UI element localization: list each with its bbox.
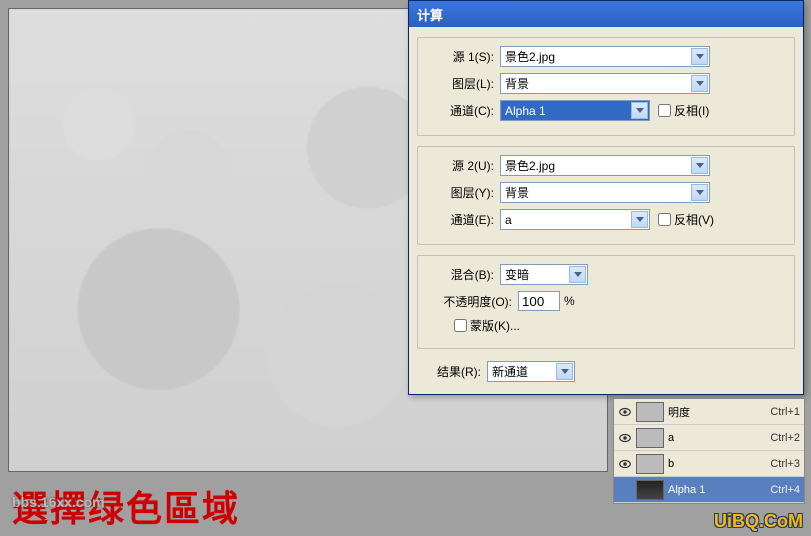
- source2-file-combo[interactable]: 景色2.jpg: [500, 155, 710, 176]
- channel-row-a[interactable]: a Ctrl+2: [614, 425, 804, 451]
- result-row: 结果(R): 新通道: [417, 359, 795, 386]
- channel-shortcut: Ctrl+2: [770, 432, 800, 444]
- chevron-down-icon[interactable]: [691, 184, 708, 201]
- eye-icon-empty[interactable]: [618, 483, 632, 497]
- chevron-down-icon[interactable]: [691, 48, 708, 65]
- mask-label: 蒙版(K)...: [470, 317, 520, 334]
- source1-layer-value: 背景: [505, 75, 529, 92]
- calculations-dialog: 计算 源 1(S): 景色2.jpg 图层(L): 背景 通道(C):: [408, 0, 804, 395]
- channel-row-b[interactable]: b Ctrl+3: [614, 451, 804, 477]
- chevron-down-icon[interactable]: [631, 102, 648, 119]
- source2-invert-label: 反相(V): [674, 211, 714, 228]
- source2-file-value: 景色2.jpg: [505, 157, 555, 174]
- source2-layer-combo[interactable]: 背景: [500, 182, 710, 203]
- blend-group: 混合(B): 变暗 不透明度(O): % 蒙版(K)...: [417, 255, 795, 349]
- checkbox-input[interactable]: [454, 319, 467, 332]
- dialog-title[interactable]: 计算: [409, 1, 803, 27]
- source2-invert-checkbox[interactable]: 反相(V): [658, 211, 714, 228]
- chevron-down-icon[interactable]: [691, 157, 708, 174]
- checkbox-input[interactable]: [658, 104, 671, 117]
- eye-icon[interactable]: [618, 431, 632, 445]
- source2-layer-label: 图层(Y):: [424, 184, 500, 201]
- source1-channel-combo[interactable]: Alpha 1: [500, 100, 650, 121]
- source1-label: 源 1(S):: [424, 48, 500, 65]
- channel-name: 明度: [668, 404, 766, 420]
- channel-row-alpha1[interactable]: Alpha 1 Ctrl+4: [614, 477, 804, 503]
- source2-channel-combo[interactable]: a: [500, 209, 650, 230]
- source1-layer-label: 图层(L):: [424, 75, 500, 92]
- source1-layer-combo[interactable]: 背景: [500, 73, 710, 94]
- chevron-down-icon[interactable]: [569, 266, 586, 283]
- chevron-down-icon[interactable]: [691, 75, 708, 92]
- result-label: 结果(R):: [423, 363, 487, 380]
- source2-channel-value: a: [505, 213, 512, 227]
- blend-mode-combo[interactable]: 变暗: [500, 264, 588, 285]
- source1-file-value: 景色2.jpg: [505, 48, 555, 65]
- checkbox-input[interactable]: [658, 213, 671, 226]
- source1-channel-value: Alpha 1: [505, 104, 546, 118]
- source2-layer-value: 背景: [505, 184, 529, 201]
- channel-thumbnail: [636, 428, 664, 448]
- source1-file-combo[interactable]: 景色2.jpg: [500, 46, 710, 67]
- eye-icon[interactable]: [618, 405, 632, 419]
- source2-group: 源 2(U): 景色2.jpg 图层(Y): 背景 通道(E): a: [417, 146, 795, 245]
- channel-name: a: [668, 432, 766, 444]
- channel-name: Alpha 1: [668, 484, 766, 496]
- source1-invert-label: 反相(I): [674, 102, 709, 119]
- source1-invert-checkbox[interactable]: 反相(I): [658, 102, 709, 119]
- opacity-input[interactable]: [518, 291, 560, 311]
- channel-thumbnail: [636, 402, 664, 422]
- site-watermark: UiBQ.CoM: [714, 511, 803, 532]
- chevron-down-icon[interactable]: [631, 211, 648, 228]
- channel-shortcut: Ctrl+4: [770, 484, 800, 496]
- bbs-watermark: bbs.16xx.com: [12, 494, 105, 510]
- blend-mode-value: 变暗: [505, 266, 529, 283]
- eye-icon[interactable]: [618, 457, 632, 471]
- blend-label: 混合(B):: [424, 266, 500, 283]
- source2-channel-label: 通道(E):: [424, 211, 500, 228]
- channel-name: b: [668, 458, 766, 470]
- source1-group: 源 1(S): 景色2.jpg 图层(L): 背景 通道(C): Alpha 1: [417, 37, 795, 136]
- source1-channel-label: 通道(C):: [424, 102, 500, 119]
- mask-checkbox[interactable]: 蒙版(K)...: [454, 317, 520, 334]
- dialog-body: 源 1(S): 景色2.jpg 图层(L): 背景 通道(C): Alpha 1: [409, 27, 803, 394]
- opacity-label: 不透明度(O):: [424, 293, 518, 310]
- source2-label: 源 2(U):: [424, 157, 500, 174]
- opacity-pct: %: [564, 294, 575, 308]
- channel-thumbnail: [636, 454, 664, 474]
- channels-panel: 明度 Ctrl+1 a Ctrl+2 b Ctrl+3 Alpha 1 Ctrl…: [613, 398, 805, 504]
- result-value: 新通道: [492, 363, 528, 380]
- channel-shortcut: Ctrl+3: [770, 458, 800, 470]
- channel-row-lightness[interactable]: 明度 Ctrl+1: [614, 399, 804, 425]
- channel-thumbnail: [636, 480, 664, 500]
- result-combo[interactable]: 新通道: [487, 361, 575, 382]
- channel-shortcut: Ctrl+1: [770, 406, 800, 418]
- chevron-down-icon[interactable]: [556, 363, 573, 380]
